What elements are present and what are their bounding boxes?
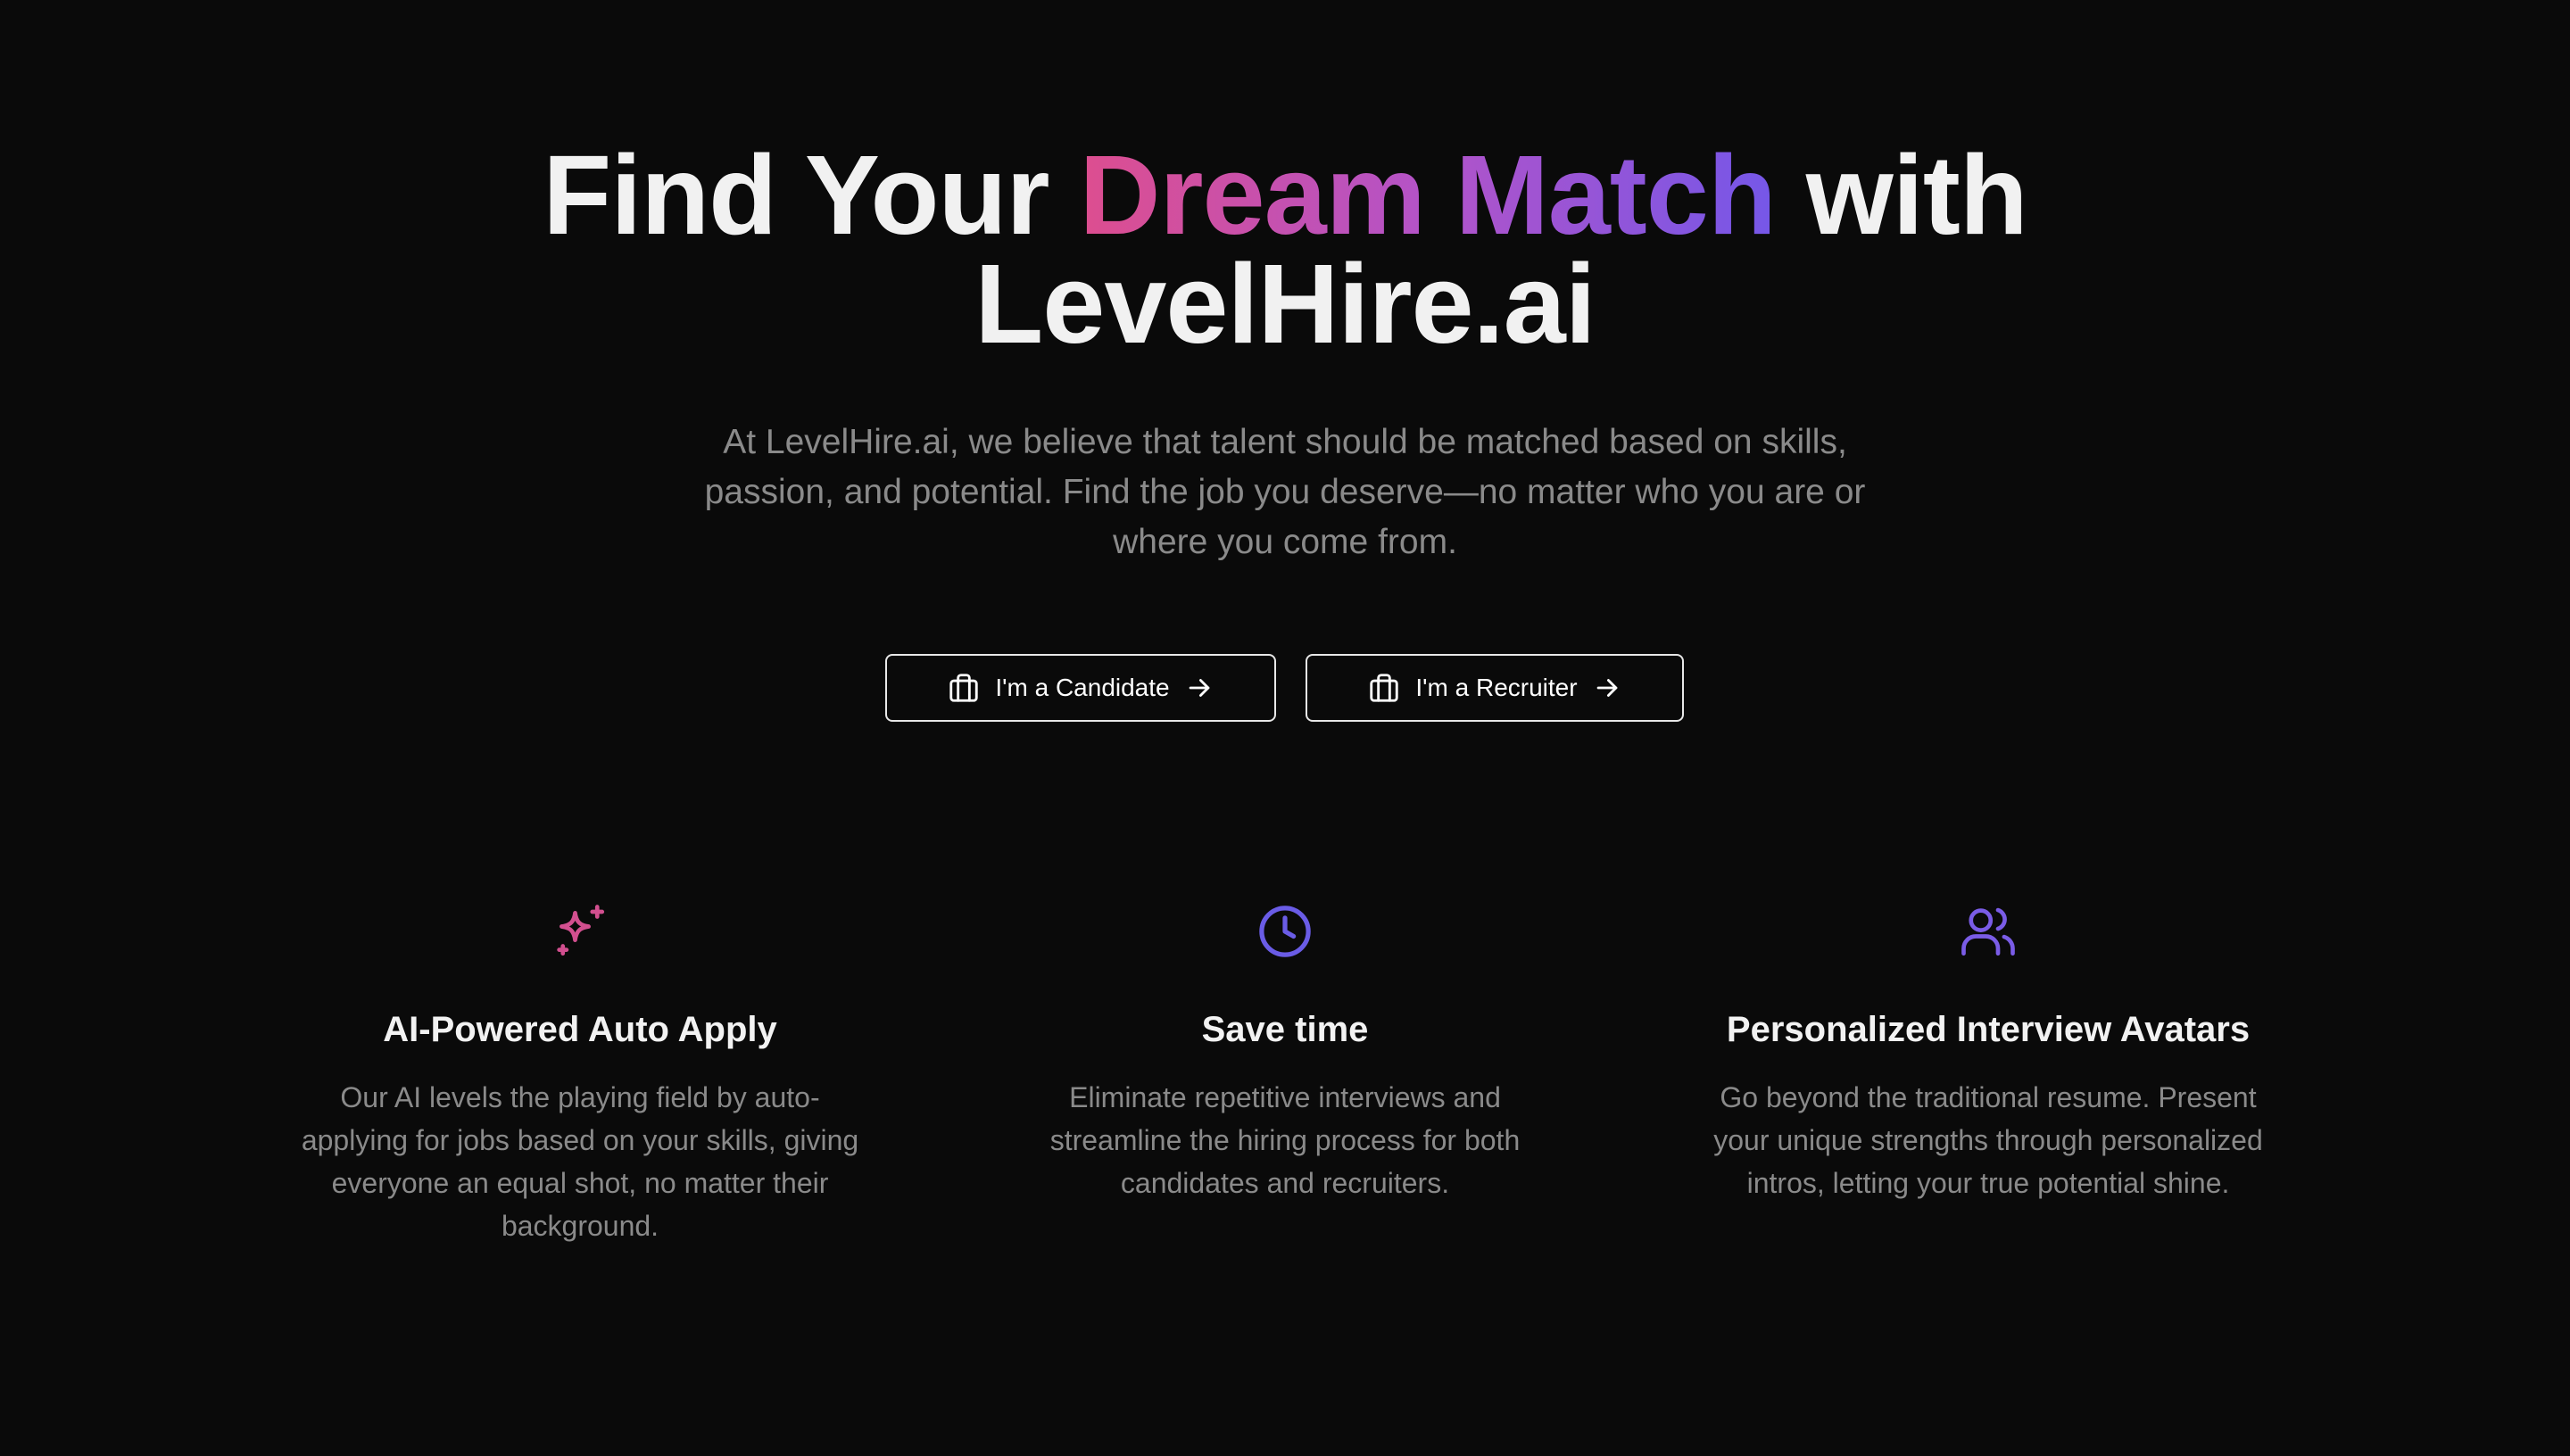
recruiter-button-label: I'm a Recruiter	[1415, 674, 1578, 701]
feature-title: AI-Powered Auto Apply	[383, 1010, 777, 1049]
briefcase-icon	[947, 671, 981, 705]
users-icon	[1959, 902, 2018, 961]
headline-accent: Dream Match	[1079, 132, 1777, 258]
feature-title: Save time	[1201, 1010, 1369, 1049]
hero-subtitle: At LevelHire.ai, we believe that talent …	[704, 423, 1866, 561]
headline-suffix: with	[1775, 132, 2028, 258]
briefcase-icon	[1367, 671, 1401, 705]
candidate-button-label: I'm a Candidate	[995, 674, 1170, 701]
recruiter-button[interactable]: I'm a Recruiter	[1306, 654, 1684, 722]
arrow-right-icon	[1592, 673, 1622, 703]
clock-icon	[1256, 902, 1314, 961]
feature-save-time: Save time Eliminate repetitive interview…	[973, 892, 1597, 1204]
feature-interview-avatars: Personalized Interview Avatars Go beyond…	[1676, 892, 2301, 1204]
sparkles-icon	[551, 902, 609, 961]
feature-description: Our AI levels the playing field by auto-…	[301, 1081, 859, 1242]
feature-title: Personalized Interview Avatars	[1726, 1010, 2251, 1049]
hero-headline: Find Your Dream Match with LevelHire.ai	[0, 139, 2570, 360]
feature-description: Go beyond the traditional resume. Presen…	[1713, 1081, 2263, 1199]
headline-brand: LevelHire.ai	[974, 241, 1596, 367]
candidate-button[interactable]: I'm a Candidate	[885, 654, 1276, 722]
arrow-right-icon	[1184, 673, 1215, 703]
headline-prefix: Find Your	[543, 132, 1080, 258]
cta-row: I'm a Candidate I'm a Recruiter	[0, 654, 2570, 725]
feature-description: Eliminate repetitive interviews and stre…	[1049, 1081, 1521, 1199]
feature-auto-apply: AI-Powered Auto Apply Our AI levels the …	[268, 892, 892, 1247]
